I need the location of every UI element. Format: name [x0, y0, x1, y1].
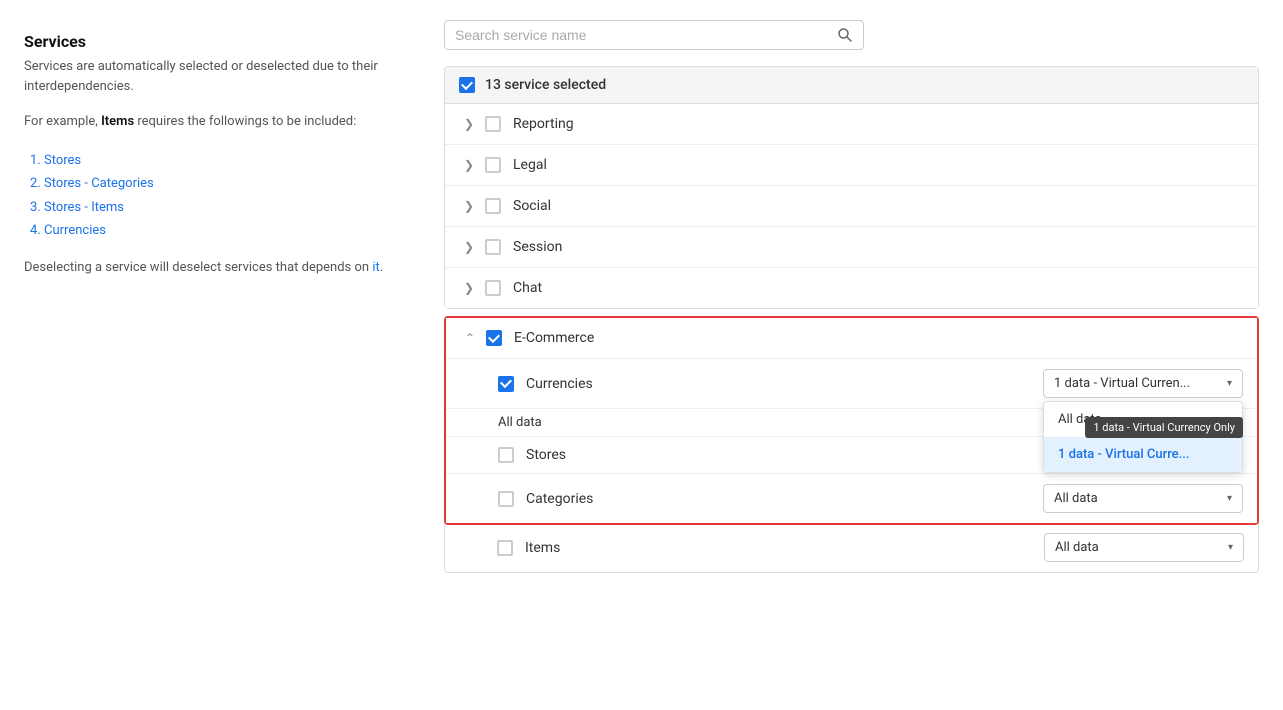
selected-header: 13 service selected [445, 67, 1258, 104]
list-item: Stores [44, 149, 396, 172]
service-row-legal[interactable]: ❯ Legal [445, 145, 1258, 186]
categories-dropdown-value: All data [1054, 491, 1098, 506]
service-name-reporting: Reporting [513, 116, 1244, 132]
search-input[interactable] [455, 27, 837, 43]
checkbox-reporting[interactable] [485, 116, 501, 132]
list-link: Stores [44, 153, 81, 168]
dropdown-option-virtual[interactable]: 1 data - Virtual Curre... [1044, 437, 1242, 472]
service-row-reporting[interactable]: ❯ Reporting [445, 104, 1258, 145]
checkbox-ecommerce[interactable] [486, 330, 502, 346]
service-name-social: Social [513, 198, 1244, 214]
checkbox-session[interactable] [485, 239, 501, 255]
deselect-link: it [372, 260, 379, 275]
checkbox-items[interactable] [497, 540, 513, 556]
list-link: Currencies [44, 223, 106, 238]
list-link: Stores - Items [44, 200, 124, 215]
panel-title: Services [24, 32, 396, 51]
checkbox-currencies[interactable] [498, 376, 514, 392]
list-item: Currencies [44, 219, 396, 242]
service-row-social[interactable]: ❯ Social [445, 186, 1258, 227]
deselect-note: Deselecting a service will deselect serv… [24, 258, 396, 278]
search-button[interactable] [837, 27, 853, 43]
items-dropdown-btn[interactable]: All data ▾ [1044, 533, 1244, 562]
selected-count: 13 service selected [485, 77, 606, 93]
checkbox-legal[interactable] [485, 157, 501, 173]
list-item: Stores - Items [44, 196, 396, 219]
chevron-icon-social[interactable]: ❯ [459, 196, 479, 216]
example-suffix: requires the followings to be included: [134, 114, 356, 129]
example-intro: For example, [24, 114, 101, 129]
items-row: Items All data ▾ [444, 523, 1259, 573]
dropdown-chevron-icon: ▾ [1227, 378, 1232, 389]
all-data-text: All data [498, 415, 542, 430]
service-row-session[interactable]: ❯ Session [445, 227, 1258, 268]
search-icon [837, 27, 853, 43]
chevron-icon-chat[interactable]: ❯ [459, 278, 479, 298]
service-name-items: Items [525, 540, 1044, 556]
service-name-ecommerce: E-Commerce [514, 330, 1243, 346]
selected-check-icon [459, 77, 475, 93]
right-panel: 13 service selected ❯ Reporting ❯ Legal … [420, 0, 1283, 710]
tooltip: 1 data - Virtual Currency Only [1085, 417, 1243, 438]
categories-dropdown-btn[interactable]: All data ▾ [1043, 484, 1243, 513]
sub-item-categories: Categories All data ▾ [446, 474, 1257, 523]
checkbox-social[interactable] [485, 198, 501, 214]
service-list: 13 service selected ❯ Reporting ❯ Legal … [444, 66, 1259, 309]
chevron-icon-legal[interactable]: ❯ [459, 155, 479, 175]
example-text: For example, Items requires the followin… [24, 112, 396, 133]
example-bold: Items [101, 114, 134, 129]
service-name-categories: Categories [526, 491, 1043, 507]
service-name-legal: Legal [513, 157, 1244, 173]
chevron-icon-reporting[interactable]: ❯ [459, 114, 479, 134]
service-name-chat: Chat [513, 280, 1244, 296]
service-name-session: Session [513, 239, 1244, 255]
left-panel: Services Services are automatically sele… [0, 0, 420, 710]
checkbox-stores[interactable] [498, 447, 514, 463]
checkbox-categories[interactable] [498, 491, 514, 507]
chevron-down-icon-ecommerce[interactable]: ⌃ [460, 328, 480, 348]
chevron-icon-session[interactable]: ❯ [459, 237, 479, 257]
ecommerce-section: ⌃ E-Commerce Currencies 1 data - Virtual… [444, 316, 1259, 525]
items-dropdown-value: All data [1055, 540, 1099, 555]
service-name-currencies: Currencies [526, 376, 1043, 392]
service-row-chat[interactable]: ❯ Chat [445, 268, 1258, 308]
list-item: Stores - Categories [44, 172, 396, 195]
sub-item-currencies: Currencies 1 data - Virtual Curren... ▾ … [446, 359, 1257, 409]
items-dropdown-chevron-icon: ▾ [1228, 542, 1233, 553]
categories-dropdown-chevron-icon: ▾ [1227, 493, 1232, 504]
checkbox-chat[interactable] [485, 280, 501, 296]
ecommerce-header[interactable]: ⌃ E-Commerce [446, 318, 1257, 359]
currencies-dropdown-btn[interactable]: 1 data - Virtual Curren... ▾ [1043, 369, 1243, 398]
currencies-dropdown-value: 1 data - Virtual Curren... [1054, 376, 1190, 391]
list-link: Stores - Categories [44, 176, 154, 191]
search-bar [444, 20, 864, 50]
example-list: Stores Stores - Categories Stores - Item… [24, 149, 396, 243]
panel-subtitle: Services are automatically selected or d… [24, 57, 396, 96]
